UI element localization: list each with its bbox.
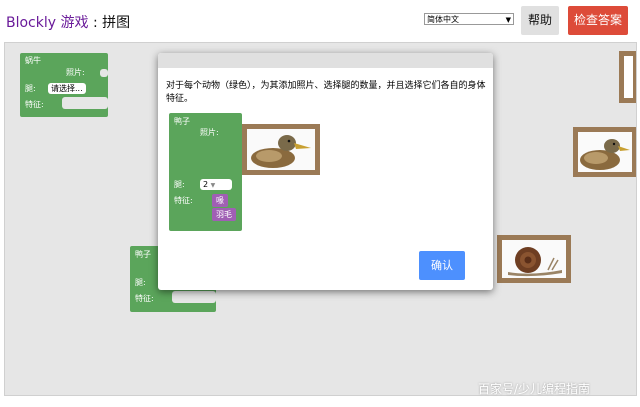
duck-block-name: 鸭子 (135, 250, 151, 259)
snail-traits-label: 特征: (25, 100, 44, 109)
snail-legs-label: 腿: (25, 84, 36, 93)
brand-link[interactable]: Blockly 游戏 (6, 15, 89, 31)
example-traits-label: 特征: (174, 196, 193, 205)
watermark: 百家号/少儿编程指南 (478, 382, 591, 396)
example-legs-label: 腿: (174, 180, 185, 189)
title-separator: : (88, 15, 103, 31)
example-trait-feather: 羽毛 (212, 208, 236, 221)
example-legs-dropdown: 2 ▼ (200, 179, 232, 190)
snail-photo-label: 照片: (66, 68, 85, 77)
chevron-down-icon: ▼ (210, 182, 216, 189)
snail-photo-block[interactable] (497, 235, 571, 283)
example-duck-photo-block (242, 124, 320, 175)
page-title: Blockly 游戏 : 拼图 (6, 12, 130, 32)
duck-traits-slot[interactable] (172, 291, 216, 303)
example-duck-photo (247, 129, 315, 170)
language-select[interactable]: 简体中文 ▼ (424, 13, 514, 25)
check-answer-button[interactable]: 检查答案 (568, 6, 628, 35)
snail-block[interactable]: 蜗牛 照片: 腿: 请选择... 特征: (20, 53, 108, 117)
snail-photo (502, 240, 566, 278)
duck-photo (578, 132, 632, 172)
snail-photo-slot[interactable] (100, 69, 108, 77)
language-value: 简体中文 (427, 15, 459, 24)
help-dialog: 对于每个动物（绿色），为其添加照片、选择腿的数量，并且选择它们各自的身体特征。 … (158, 53, 493, 290)
confirm-button[interactable]: 确认 (419, 251, 465, 280)
duck-legs-label: 腿: (135, 278, 146, 287)
example-legs-value: 2 (203, 180, 209, 189)
partial-photo (624, 56, 633, 98)
snail-legs-dropdown[interactable]: 请选择... (48, 83, 86, 94)
snail-traits-slot[interactable] (62, 97, 108, 109)
chevron-down-icon: ▼ (505, 16, 511, 24)
example-duck-name: 鸭子 (174, 117, 190, 126)
example-trait-beak: 喙 (212, 194, 228, 207)
snail-block-name: 蜗牛 (25, 56, 41, 65)
partial-photo-block[interactable] (619, 51, 636, 103)
dialog-header (158, 53, 493, 68)
header: Blockly 游戏 : 拼图 简体中文 ▼ 帮助 检查答案 (0, 0, 640, 44)
example-photo-label: 照片: (200, 128, 219, 137)
help-button[interactable]: 帮助 (521, 6, 559, 35)
page-name: 拼图 (102, 15, 131, 31)
dialog-instruction: 对于每个动物（绿色），为其添加照片、选择腿的数量，并且选择它们各自的身体特征。 (166, 81, 486, 104)
duck-photo-block[interactable] (573, 127, 636, 177)
duck-traits-label: 特征: (135, 294, 154, 303)
